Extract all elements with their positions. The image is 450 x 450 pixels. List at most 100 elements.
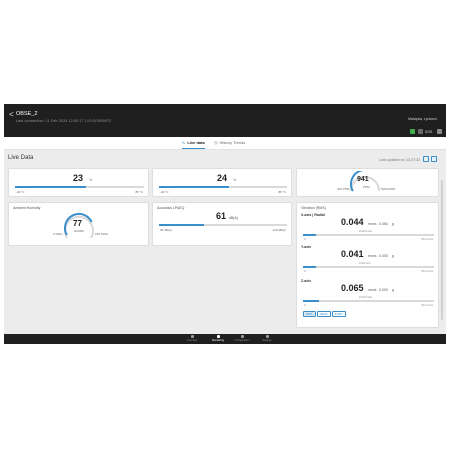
vibration-z-unit: mm/s: [368, 288, 377, 292]
vibration-y-label: Y-axis: [301, 245, 312, 249]
temperature-1-value: 23: [73, 173, 84, 183]
temperature-2-max: 85 °C: [278, 190, 286, 194]
vibration-x-unit: mm/s: [368, 222, 377, 226]
back-arrow-icon[interactable]: <: [9, 110, 14, 119]
nav-monitoring-label: Monitoring: [212, 339, 224, 342]
vibration-y-range-max: 50 mm/s: [421, 269, 433, 273]
download-button[interactable]: [431, 156, 437, 162]
humidity-value: 77: [73, 219, 82, 228]
vibration-z-bar-fill: [303, 300, 319, 302]
temperature-1-unit: °c: [89, 178, 93, 182]
acoustics-card: Acoustics LPAEQ 61 dB(A) 35 dB(A) 120 dB…: [152, 202, 292, 246]
pulse-icon: ∿: [182, 140, 186, 145]
pill-kurt[interactable]: KURT: [331, 311, 346, 317]
acoustics-bar-fill: [159, 224, 204, 226]
vibration-y-note: 0.29 G/s: [359, 261, 371, 265]
account-name[interactable]: Malaysia, Lyndons: [408, 117, 437, 121]
tab-history-trends[interactable]: ◷ History Trends: [214, 140, 245, 145]
vibration-x-bar: [303, 234, 434, 236]
tab-bar: ∿ Live data ◷ History Trends: [4, 137, 446, 150]
vibration-x-range-min: 0: [304, 237, 306, 241]
connection-status-icon: [410, 129, 415, 134]
acoustics-unit: dB(A): [229, 216, 238, 220]
menu-icon[interactable]: [437, 129, 442, 134]
tab-live-data-label: Live data: [187, 140, 205, 145]
tab-history-trends-label: History Trends: [219, 140, 246, 145]
pill-peak[interactable]: PEAK: [316, 311, 331, 317]
overview-icon: [190, 335, 194, 338]
temperature-1-bar-fill: [15, 186, 86, 188]
vibration-z-value: 0.065: [341, 283, 364, 293]
temperature-2-unit: °c: [233, 178, 237, 182]
vibration-title: Vibration (RMS): [301, 206, 326, 210]
temperature-2-bar-fill: [159, 186, 230, 188]
acoustics-min: 35 dB(A): [160, 228, 172, 232]
humidity-card: Ambient Humidity 77 HUMID 0 %RH 100 %RH: [8, 202, 149, 246]
bottom-nav: Overview Monitoring Configuration Settin…: [4, 334, 446, 344]
acoustics-bar: [159, 224, 287, 226]
settings-icon: [265, 335, 269, 338]
monitoring-icon: [216, 335, 220, 338]
co2-card: 941 PPM 400 PPM 5000 PPM: [296, 168, 439, 197]
scrollbar[interactable]: [441, 180, 443, 320]
nav-settings[interactable]: Settings: [254, 335, 280, 342]
vibration-z-range-max: 50 mm/s: [421, 303, 433, 307]
history-icon: ◷: [214, 140, 218, 145]
temperature-1-max: 85 °C: [135, 190, 143, 194]
vibration-y-unit: mm/s: [368, 254, 377, 258]
acoustics-max: 120 dB(A): [272, 228, 286, 232]
vibration-z-bar: [303, 300, 434, 302]
humidity-title: Ambient Humidity: [13, 206, 41, 210]
temperature-card-2: 24 °c -40 °C 85 °C: [152, 168, 292, 197]
co2-value: 941: [357, 176, 369, 183]
vibration-x-value: 0.044: [341, 217, 364, 227]
status-text: SOS: [425, 130, 433, 134]
vibration-x-note: 0.024 G/s: [359, 229, 373, 233]
vibration-y-value: 0.041: [341, 249, 364, 259]
device-subtitle: Last connection: 11 Feb 2024 12:00:17 | …: [16, 119, 112, 123]
vibration-y-bar: [303, 266, 434, 268]
vibration-x-peak: 0.054: [379, 222, 388, 226]
vibration-x-label: X-axis | Radial: [301, 213, 325, 217]
co2-unit: PPM: [363, 185, 370, 189]
section-title: Live Data: [8, 155, 34, 161]
vibration-x-range-max: 50 mm/s: [421, 237, 433, 241]
vibration-z-range-min: 0: [304, 303, 306, 307]
live-data-panel: Live Data Last updated on: 13:27:32 23 °…: [4, 150, 446, 334]
vibration-z-peak: 0.003: [379, 288, 388, 292]
app-window: < OBSE_2 Last connection: 11 Feb 2024 12…: [4, 104, 446, 344]
temperature-2-value: 24: [217, 173, 228, 183]
co2-min: 400 PPM: [337, 187, 350, 191]
temperature-2-bar: [159, 186, 287, 188]
vibration-y-peak-unit: g: [392, 254, 394, 258]
humidity-max: 100 %RH: [95, 232, 108, 236]
tab-live-data[interactable]: ∿ Live data: [182, 140, 205, 149]
acoustics-value: 61: [216, 211, 227, 221]
nav-configuration-label: Configuration: [234, 339, 250, 342]
vibration-z-peak-unit: g: [392, 288, 394, 292]
vibration-x-bar-fill: [303, 234, 317, 236]
temperature-1-min: -40 °C: [16, 190, 25, 194]
nav-overview[interactable]: Overview: [179, 335, 205, 342]
acoustics-title: Acoustics LPAEQ: [157, 206, 185, 210]
pill-rms[interactable]: RMS: [303, 311, 316, 317]
temperature-1-bar: [15, 186, 144, 188]
vibration-y-peak: 0.003: [379, 254, 388, 258]
vibration-y-bar-fill: [303, 266, 317, 268]
vibration-x-peak-unit: g: [392, 222, 394, 226]
refresh-button[interactable]: [423, 156, 429, 162]
tab-active-underline: [182, 148, 205, 149]
temperature-2-min: -40 °C: [160, 190, 169, 194]
signal-icon: [418, 129, 423, 134]
vibration-metric-toggle: RMS PEAK KURT: [303, 311, 346, 317]
vibration-z-note: 0.024 G/s: [359, 295, 373, 299]
nav-configuration[interactable]: Configuration: [229, 335, 255, 342]
device-title: OBSE_2: [16, 111, 38, 117]
vibration-card: Vibration (RMS) X-axis | Radial 0.044 mm…: [296, 202, 439, 328]
humidity-status: HUMID: [74, 229, 84, 233]
humidity-min: 0 %RH: [53, 232, 63, 236]
nav-monitoring[interactable]: Monitoring: [205, 335, 231, 342]
last-updated: Last updated on: 13:27:32: [379, 158, 420, 162]
temperature-card-1: 23 °c -40 °C 85 °C: [8, 168, 149, 197]
co2-max: 5000 PPM: [381, 187, 396, 191]
